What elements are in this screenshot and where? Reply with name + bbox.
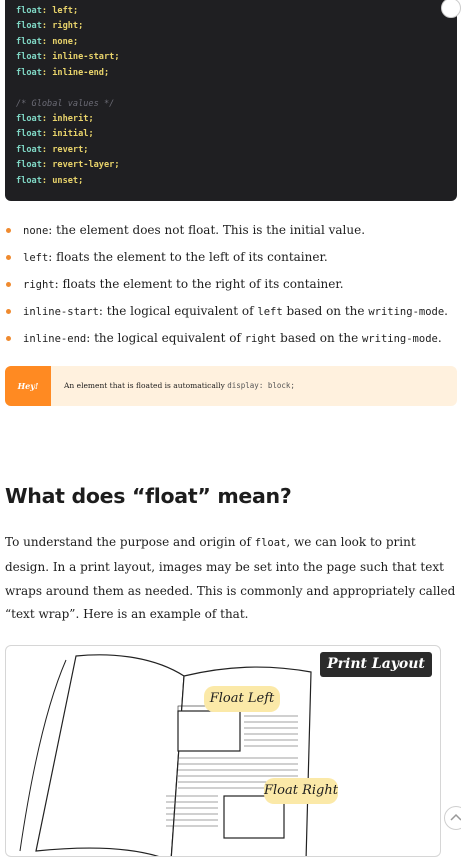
code-line: float: inline-start; [16,52,120,63]
tip-callout: Hey! An element that is floated is autom… [5,366,457,406]
bullet-dot-icon [6,228,11,233]
list-item: inline-end: the logical equivalent of ri… [6,327,458,354]
float-left-label: Float Left [204,686,280,712]
list-item: none: the element does not float. This i… [6,219,458,246]
callout-badge: Hey! [5,366,51,406]
bullet-dot-icon [6,309,11,314]
list-item: left: floats the element to the left of … [6,246,458,273]
copy-code-button[interactable] [441,0,461,18]
code-line: float: inline-end; [16,67,110,78]
code-line: float: revert; [16,144,89,155]
code-line: float: left; [16,6,79,16]
list-item: inline-start: the logical equivalent of … [6,300,458,327]
float-values-list: none: the element does not float. This i… [6,219,458,354]
chevron-up-icon [450,813,461,821]
code-line: float: initial; [16,129,94,140]
bullet-dot-icon [6,336,11,341]
code-comment: /* Global values */ [16,98,115,109]
scroll-to-top-button[interactable] [444,806,461,830]
print-layout-title: Print Layout [320,652,432,677]
section-heading: What does “float” mean? [5,484,292,508]
code-block: float: left; float: right; float: none; … [5,0,461,201]
open-book-illustration [19,654,312,856]
print-layout-illustration: Print Layout Float Left Float Right [5,645,441,857]
callout-text: An element that is floated is automatica… [64,381,295,390]
code-line: float: none; [16,36,79,47]
section-paragraph: To understand the purpose and origin of … [5,535,456,622]
code-line: float: revert-layer; [16,160,120,171]
list-item: right: floats the element to the right o… [6,273,458,300]
code-line: float: right; [16,21,84,32]
float-right-label: Float Right [264,778,338,804]
bullet-dot-icon [6,282,11,287]
code-line: float: inherit; [16,113,94,124]
code-line: float: unset; [16,175,84,186]
bullet-dot-icon [6,255,11,260]
